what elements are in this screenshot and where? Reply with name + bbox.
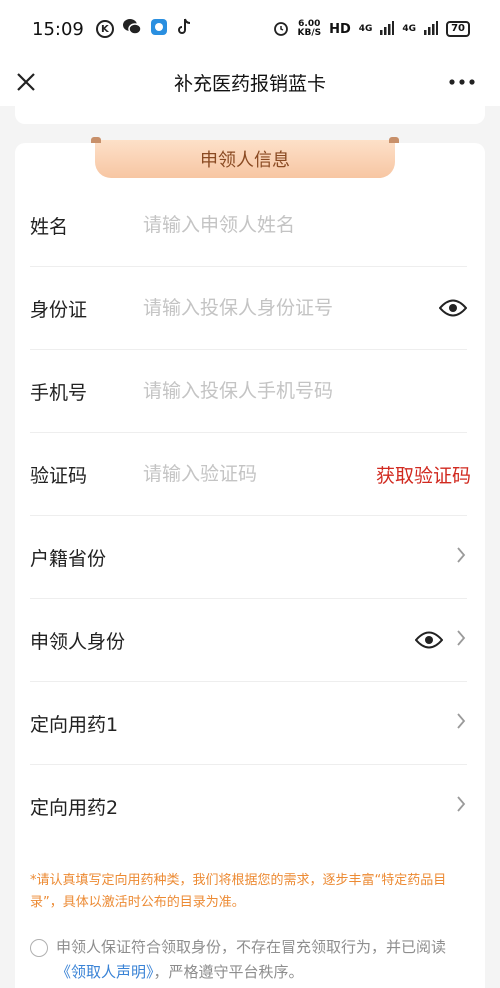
- tiktok-icon: [176, 18, 192, 40]
- chevron-right-icon: [455, 545, 467, 570]
- notice-text: *请认真填写定向用药种类，我们将根据您的需求，逐步丰富“特定药品目录”，具体以激…: [30, 873, 447, 910]
- title-bar: 补充医药报销蓝卡: [0, 58, 500, 106]
- chevron-right-icon: [455, 711, 467, 736]
- form-row-id-card: 身份证: [30, 267, 467, 350]
- province-label: 户籍省份: [30, 547, 107, 570]
- eye-icon[interactable]: [415, 631, 443, 649]
- close-button[interactable]: [12, 64, 40, 100]
- verify-code-input[interactable]: [143, 463, 376, 485]
- name-label: 姓名: [30, 215, 69, 238]
- status-app-icons: K: [95, 18, 192, 40]
- form-row-identity[interactable]: 申领人身份: [30, 599, 467, 682]
- more-button[interactable]: [446, 64, 478, 100]
- battery-icon: 70: [446, 21, 470, 37]
- eye-icon[interactable]: [439, 299, 467, 317]
- blue-app-icon: [150, 18, 168, 40]
- alarm-icon: [273, 20, 289, 39]
- more-dots-icon: [449, 79, 475, 85]
- status-time: 15:09: [32, 18, 84, 40]
- applicant-form: 姓名 身份证 手机号 验证码 获取验证码 户籍省份 申领人身份: [30, 184, 471, 848]
- signal-icon: [380, 20, 395, 38]
- form-row-name: 姓名: [30, 184, 467, 267]
- net-4g-a: 4G: [358, 24, 373, 34]
- previous-card-edge: [15, 106, 485, 124]
- id-card-input[interactable]: [143, 297, 439, 319]
- wechat-icon: [122, 18, 142, 40]
- phone-input[interactable]: [143, 380, 467, 402]
- declaration-link[interactable]: 《领取人声明》: [56, 963, 154, 981]
- drug-2-label: 定向用药2: [30, 797, 119, 819]
- agreement-radio[interactable]: [30, 939, 48, 957]
- section-ribbon: 申领人信息: [91, 137, 399, 178]
- chevron-right-icon: [455, 628, 467, 653]
- agreement-text: 申领人保证符合领取身份，不存在冒充领取行为，并已阅读《领取人声明》，严格遵守平台…: [56, 938, 447, 981]
- hd-label: HD: [329, 21, 351, 37]
- id-card-label: 身份证: [30, 298, 88, 321]
- agreement: 申领人保证符合领取身份，不存在冒充领取行为，并已阅读《领取人声明》，严格遵守平台…: [30, 935, 475, 985]
- page-title: 补充医药报销蓝卡: [173, 72, 326, 95]
- net-speed: 6.00 KB/S: [297, 19, 322, 38]
- form-row-verify-code: 验证码 获取验证码: [30, 433, 471, 516]
- get-code-button[interactable]: 获取验证码: [376, 461, 471, 488]
- form-row-phone: 手机号: [30, 350, 467, 433]
- form-row-province[interactable]: 户籍省份: [30, 516, 467, 599]
- net-4g-b: 4G: [402, 24, 417, 34]
- k-app-icon: K: [95, 20, 114, 38]
- section-title: 申领人信息: [200, 150, 290, 171]
- form-row-drug-1[interactable]: 定向用药1: [30, 682, 467, 765]
- phone-label: 手机号: [30, 381, 88, 404]
- chevron-right-icon: [455, 794, 467, 819]
- form-row-drug-2[interactable]: 定向用药2: [30, 765, 467, 848]
- drug-1-label: 定向用药1: [30, 713, 119, 736]
- close-icon: [17, 73, 35, 91]
- status-indicators: 6.00 KB/S HD 4G 4G 70: [273, 20, 470, 39]
- identity-label: 申领人身份: [30, 630, 126, 653]
- verify-code-label: 验证码: [30, 464, 88, 487]
- name-input[interactable]: [143, 214, 467, 236]
- signal-icon-2: [424, 20, 439, 38]
- status-bar: 15:09 K 6.00 KB/S HD 4G 4G 70: [0, 0, 500, 58]
